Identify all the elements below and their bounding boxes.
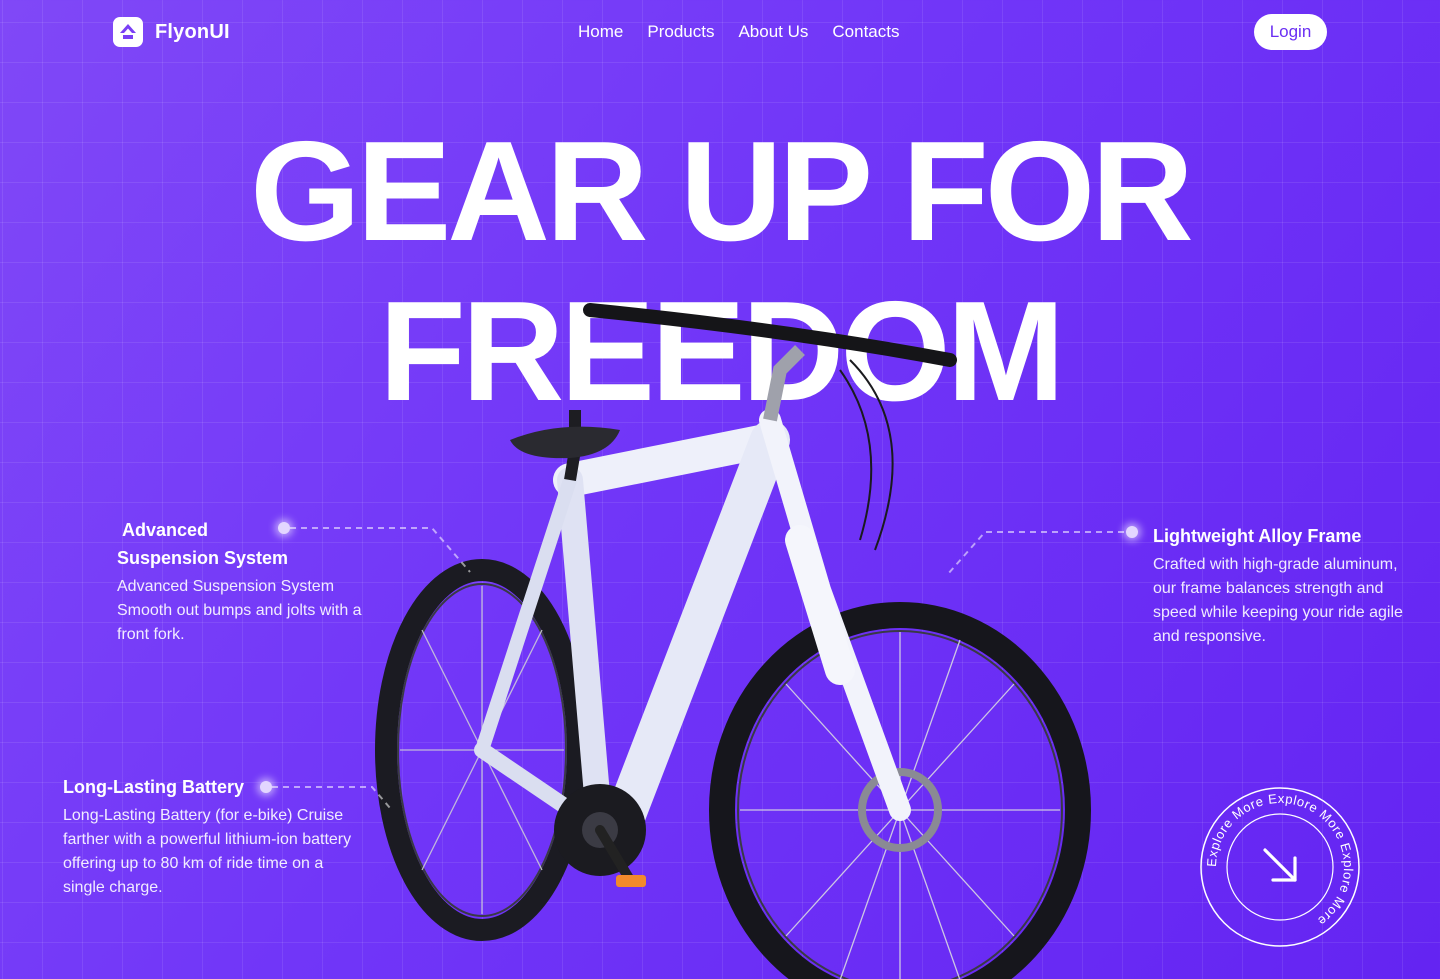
feature-dot-frame[interactable] [1126, 526, 1138, 538]
bike-image [375, 303, 1091, 979]
hero-title-line-1: GEAR UP FOR [250, 112, 1194, 271]
feature-frame-description: Crafted with high-grade aluminum, our fr… [1153, 556, 1403, 645]
feature-frame: Lightweight Alloy Frame Crafted with hig… [1153, 522, 1423, 649]
flyonui-logo-icon [113, 17, 143, 47]
feature-frame-title: Lightweight Alloy Frame [1153, 526, 1362, 546]
feature-suspension-title-line-2: Suspension System [117, 548, 289, 568]
feature-battery-description: Long-Lasting Battery (for e-bike) Cruise… [63, 807, 352, 896]
feature-battery: Long-Lasting Battery Long-Lasting Batter… [63, 773, 363, 900]
brand-logo[interactable]: FlyonUI [113, 17, 230, 47]
site-header: FlyonUI Home Products About Us Contacts … [0, 0, 1440, 64]
explore-ring-text: Explore More Explore More Explore More [1204, 791, 1356, 929]
nav-about-us[interactable]: About Us [738, 22, 808, 42]
saddle [510, 426, 620, 459]
stem [763, 345, 805, 422]
login-button[interactable]: Login [1254, 14, 1327, 50]
nav-products[interactable]: Products [647, 22, 714, 42]
feature-battery-title: Long-Lasting Battery [63, 777, 245, 797]
handlebar [583, 303, 957, 367]
arrow-down-right-icon [1263, 848, 1297, 882]
crankset [554, 784, 646, 887]
feature-suspension-description: Advanced Suspension System Smooth out bu… [117, 578, 362, 643]
nav-contacts[interactable]: Contacts [832, 22, 899, 42]
brand-name: FlyonUI [155, 20, 230, 43]
explore-more-button[interactable]: Explore More Explore More Explore More [1199, 786, 1361, 948]
main-nav: Home Products About Us Contacts [578, 22, 899, 42]
nav-home[interactable]: Home [578, 22, 623, 42]
feature-suspension-title-line-1: Advanced [122, 520, 209, 540]
feature-suspension: Advanced Suspension System Advanced Susp… [117, 516, 387, 647]
feature-suspension-title: Advanced Suspension System [117, 516, 387, 572]
